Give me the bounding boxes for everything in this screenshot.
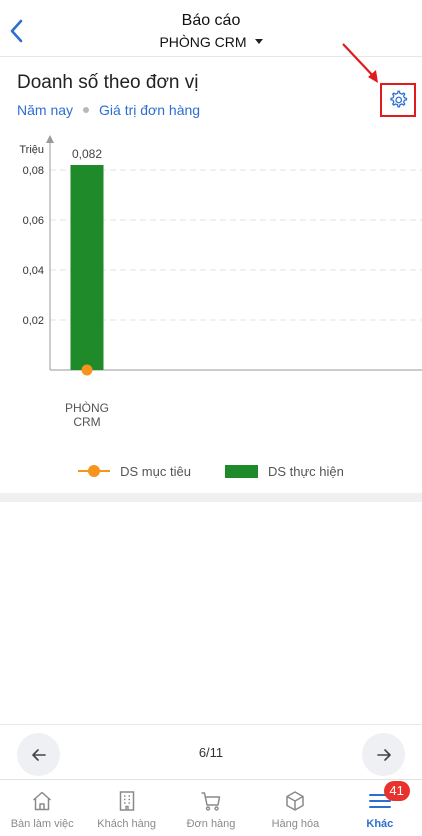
metric-filter[interactable]: Giá trị đơn hàng bbox=[99, 102, 200, 118]
sales-by-unit-chart: 0,02 0,04 0,06 0,08 Triệu 0,082 PHÒNGCRM bbox=[19, 135, 422, 429]
report-filters: Năm nay Giá trị đơn hàng bbox=[17, 102, 200, 118]
annotation-arrow-icon bbox=[342, 43, 378, 83]
box-icon bbox=[286, 791, 305, 811]
tab-customers-label: Khách hàng bbox=[97, 818, 156, 830]
x-tick-label: PHÒNG bbox=[65, 400, 109, 415]
bar-value-label: 0,082 bbox=[72, 147, 102, 161]
cart-icon bbox=[201, 792, 221, 811]
y-tick-label: 0,02 bbox=[23, 315, 44, 327]
tab-more-label: Khác bbox=[366, 818, 394, 830]
bottom-tab-bar: Bàn làm việc Khách hàng Đơn hàng Hàng hó… bbox=[0, 779, 422, 836]
caret-down-icon bbox=[254, 38, 263, 44]
tab-orders[interactable]: Đơn hàng bbox=[169, 780, 253, 836]
tab-orders-label: Đơn hàng bbox=[186, 818, 236, 830]
target-line-marker bbox=[78, 465, 111, 477]
arrow-right-icon bbox=[376, 748, 391, 761]
legend-actual: DS thực hiện bbox=[224, 463, 344, 479]
period-filter[interactable]: Năm nay bbox=[17, 102, 73, 118]
tab-workspace[interactable]: Bàn làm việc bbox=[0, 780, 84, 836]
tab-customers[interactable]: Khách hàng bbox=[84, 780, 168, 836]
legend-actual-label: DS thực hiện bbox=[267, 463, 344, 479]
report-pager: 6/11 bbox=[0, 724, 422, 779]
y-axis-label: Triệu bbox=[19, 144, 44, 156]
tab-products-label: Hàng hóa bbox=[271, 818, 320, 830]
home-icon bbox=[33, 791, 52, 811]
page-indicator: 6/11 bbox=[198, 745, 224, 760]
legend-target: DS mục tiêu bbox=[78, 464, 191, 479]
tab-workspace-label: Bàn làm việc bbox=[10, 818, 74, 830]
separator-dot bbox=[83, 107, 90, 113]
tab-products[interactable]: Hàng hóa bbox=[253, 780, 337, 836]
gear-icon bbox=[390, 90, 408, 108]
report-title: Doanh số theo đơn vị bbox=[17, 72, 199, 93]
target-point bbox=[81, 364, 93, 376]
y-axis-arrow-icon bbox=[46, 135, 54, 143]
notification-badge: 41 bbox=[383, 781, 410, 801]
actual-bar-marker bbox=[224, 464, 258, 478]
department-label: PHÒNG CRM bbox=[159, 34, 247, 50]
y-tick-label: 0,06 bbox=[23, 215, 44, 227]
next-report-button[interactable] bbox=[362, 733, 405, 776]
page-title: Báo cáo bbox=[181, 12, 241, 29]
legend-target-label: DS mục tiêu bbox=[120, 463, 191, 479]
section-divider bbox=[0, 493, 422, 502]
building-icon bbox=[119, 791, 134, 811]
tab-more[interactable]: 41 Khác bbox=[338, 780, 422, 836]
settings-button[interactable] bbox=[380, 83, 416, 117]
x-tick-label: CRM bbox=[73, 415, 100, 429]
y-tick-label: 0,08 bbox=[23, 165, 44, 177]
chart-legend: DS mục tiêu DS thực hiện bbox=[0, 461, 422, 481]
bar-actual bbox=[70, 165, 104, 370]
y-tick-label: 0,04 bbox=[23, 265, 44, 277]
